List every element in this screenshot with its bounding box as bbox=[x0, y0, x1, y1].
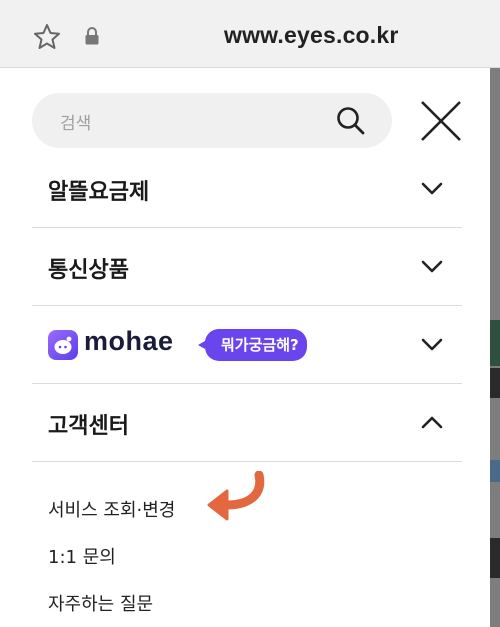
menu-item-label: 고객센터 bbox=[48, 414, 129, 439]
menu-item-label: 통신상품 bbox=[48, 258, 129, 283]
submenu-service-inquiry-change[interactable]: 서비스 조회·변경 bbox=[48, 496, 175, 522]
menu-item-mohae[interactable]: mohae 뭐가궁금해? bbox=[32, 306, 462, 384]
chevron-down-icon[interactable] bbox=[418, 334, 446, 354]
search-icon[interactable] bbox=[335, 105, 367, 137]
url-text[interactable]: www.eyes.co.kr bbox=[224, 22, 399, 49]
mohae-logo-icon bbox=[48, 330, 78, 360]
annotation-curved-arrow-icon bbox=[207, 471, 265, 521]
bookmark-star-icon[interactable] bbox=[32, 22, 62, 52]
mohae-speech-badge: 뭐가궁금해? bbox=[197, 327, 313, 363]
mohae-wordmark: mohae bbox=[84, 326, 174, 356]
lock-icon bbox=[85, 27, 99, 45]
submenu-faq[interactable]: 자주하는 질문 bbox=[48, 590, 153, 616]
submenu-one-to-one-inquiry[interactable]: 1:1 문의 bbox=[48, 543, 116, 569]
menu-item-label: 알뜰요금제 bbox=[48, 180, 150, 205]
background-page-edge bbox=[490, 68, 500, 627]
close-icon[interactable] bbox=[418, 98, 464, 144]
search-placeholder: 검색 bbox=[60, 114, 92, 134]
menu-item-budget-plans[interactable]: 알뜰요금제 bbox=[32, 150, 462, 228]
chevron-down-icon[interactable] bbox=[418, 256, 446, 276]
menu-item-telecom-products[interactable]: 통신상품 bbox=[32, 228, 462, 306]
browser-address-bar: www.eyes.co.kr bbox=[0, 0, 500, 68]
chevron-up-icon[interactable] bbox=[418, 412, 446, 432]
side-menu-panel: 검색 알뜰요금제 통신상품 mohae 뭐가궁금해? 고객센터 서비스 조회·변… bbox=[0, 68, 490, 627]
mohae-badge-text: 뭐가궁금해? bbox=[221, 336, 299, 354]
chevron-down-icon[interactable] bbox=[418, 178, 446, 198]
menu-item-customer-center[interactable]: 고객센터 bbox=[32, 384, 462, 462]
search-input[interactable]: 검색 bbox=[32, 93, 392, 148]
